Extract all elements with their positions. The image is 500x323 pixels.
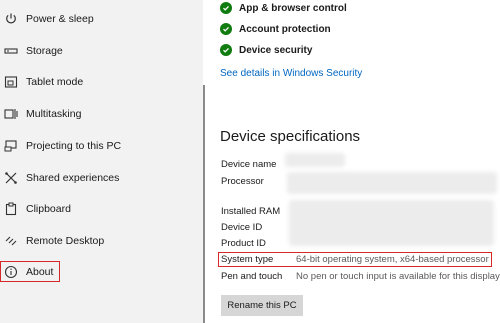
spec-label-pen-touch: Pen and touch (221, 271, 283, 282)
storage-icon (4, 44, 18, 58)
sidebar-item-label: Remote Desktop (26, 235, 105, 247)
windows-security-link[interactable]: See details in Windows Security (220, 68, 362, 79)
projecting-icon (4, 139, 18, 153)
spec-label-product-id: Product ID (221, 238, 266, 249)
sidebar-item-remote-desktop[interactable]: Remote Desktop (0, 227, 203, 255)
sidebar-item-label: Projecting to this PC (26, 140, 122, 152)
multitasking-icon (4, 107, 18, 121)
settings-sidebar: Power & sleep Storage Tablet mode Multit… (0, 0, 203, 323)
clipboard-icon (4, 202, 18, 216)
device-specifications-heading: Device specifications (220, 128, 361, 145)
sidebar-item-shared-experiences[interactable]: Shared experiences (0, 164, 203, 192)
checkmark-icon (220, 44, 232, 56)
checkmark-icon (220, 23, 232, 35)
sidebar-item-label: Shared experiences (26, 172, 120, 184)
about-highlight-box (0, 261, 60, 282)
system-type-highlight-box (218, 252, 492, 267)
security-item-account-protection: Account protection (220, 21, 331, 37)
spec-label-device-name: Device name (221, 159, 277, 170)
rename-pc-button[interactable]: Rename this PC (221, 295, 303, 316)
redacted-device-name (285, 153, 345, 167)
remote-desktop-icon (4, 234, 18, 248)
redacted-processor (287, 172, 497, 194)
sidebar-item-tablet-mode[interactable]: Tablet mode (0, 68, 203, 96)
sidebar-item-power-sleep[interactable]: Power & sleep (0, 5, 203, 33)
sidebar-item-clipboard[interactable]: Clipboard (0, 195, 203, 223)
about-main-panel: App & browser control Account protection… (205, 0, 500, 323)
security-item-app-browser: App & browser control (220, 0, 347, 16)
spec-label-device-id: Device ID (221, 222, 263, 233)
security-item-label: App & browser control (239, 2, 347, 14)
sidebar-item-label: Tablet mode (26, 76, 84, 88)
sidebar-item-multitasking[interactable]: Multitasking (0, 100, 203, 128)
spec-value-pen-touch: No pen or touch input is available for t… (296, 271, 500, 282)
spec-label-installed-ram: Installed RAM (221, 206, 281, 217)
security-item-device-security: Device security (220, 42, 312, 58)
shared-experiences-icon (4, 171, 18, 185)
sidebar-item-label: Power & sleep (26, 13, 94, 25)
sidebar-item-projecting[interactable]: Projecting to this PC (0, 132, 203, 160)
tablet-mode-icon (4, 75, 18, 89)
security-item-label: Account protection (239, 23, 331, 35)
sidebar-item-label: Multitasking (26, 108, 82, 120)
redacted-ids (289, 200, 494, 246)
sidebar-item-storage[interactable]: Storage (0, 37, 203, 65)
sidebar-item-label: Clipboard (26, 203, 71, 215)
checkmark-icon (220, 2, 232, 14)
security-item-label: Device security (239, 44, 313, 56)
power-icon (4, 12, 18, 26)
spec-label-processor: Processor (221, 176, 264, 187)
sidebar-item-label: Storage (26, 45, 63, 57)
